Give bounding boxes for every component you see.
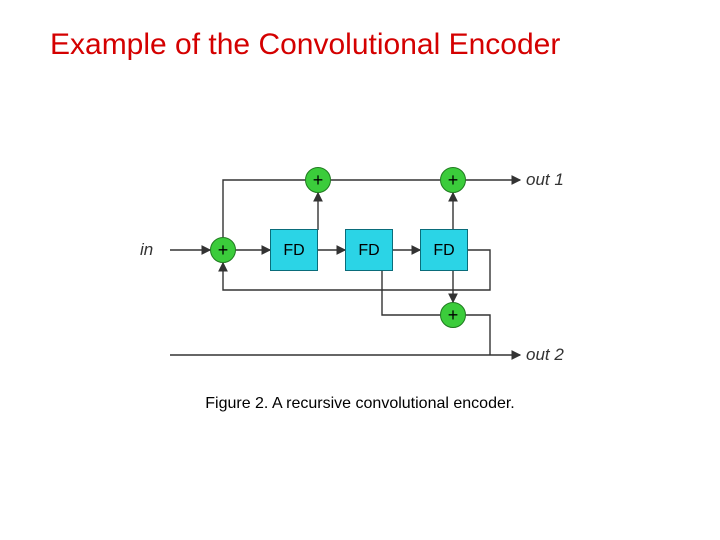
label-out2: out 2 [526, 345, 564, 365]
label-out1: out 1 [526, 170, 564, 190]
adder-top-2: + [440, 167, 466, 193]
flipflop-3: FD [420, 229, 468, 271]
encoder-diagram: in out 1 out 2 + + + + FD FD FD [150, 140, 570, 370]
flipflop-2: FD [345, 229, 393, 271]
adder-top-1: + [305, 167, 331, 193]
adder-bottom: + [440, 302, 466, 328]
slide-title: Example of the Convolutional Encoder [50, 28, 560, 62]
label-in: in [140, 240, 153, 260]
figure-caption: Figure 2. A recursive convolutional enco… [0, 395, 720, 413]
adder-feedback: + [210, 237, 236, 263]
flipflop-1: FD [270, 229, 318, 271]
